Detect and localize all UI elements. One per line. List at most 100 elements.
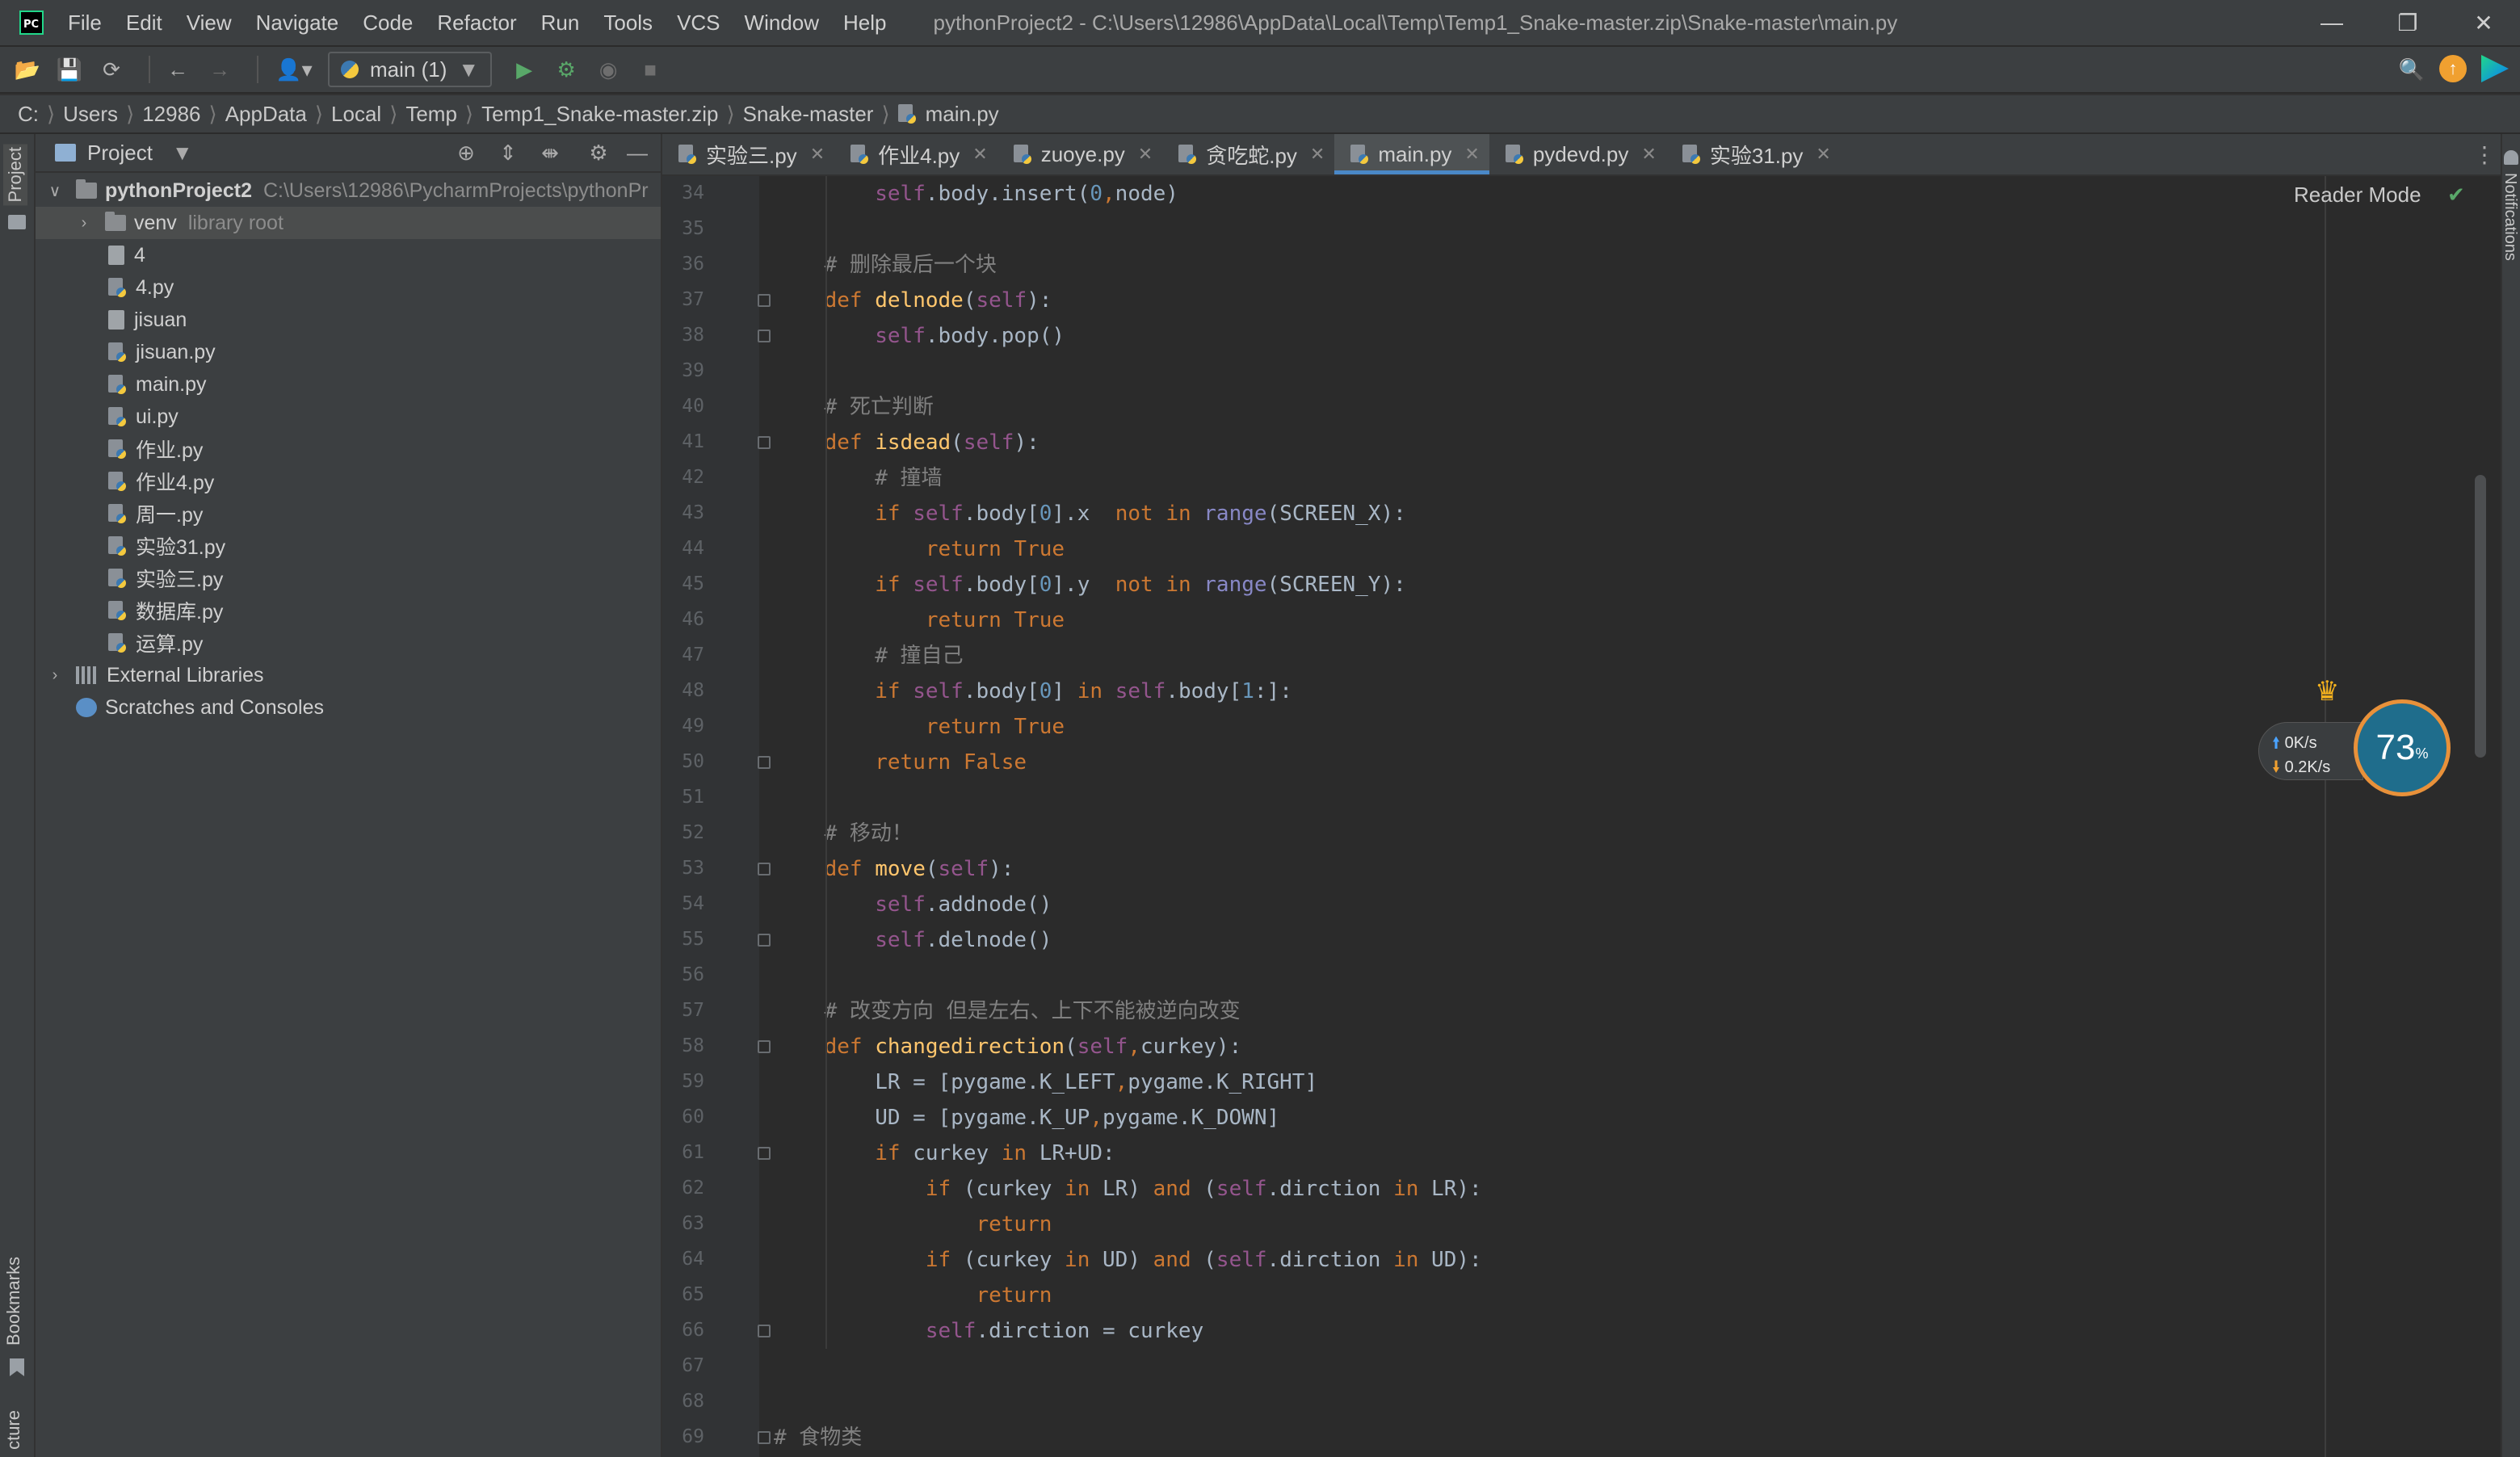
menu-tools[interactable]: Tools <box>603 10 653 36</box>
fold-marker-icon[interactable] <box>758 1040 771 1053</box>
editor-tab[interactable]: 实验31.py ✕ <box>1666 134 1841 174</box>
chevron-right-icon[interactable]: › <box>47 666 63 685</box>
tree-file[interactable]: jisuan <box>36 304 661 336</box>
tree-file[interactable]: 数据库.py <box>36 594 661 627</box>
chevron-down-icon[interactable]: ▼ <box>172 141 193 166</box>
bookmarks-tool-tab[interactable]: Bookmarks <box>3 1257 24 1346</box>
menu-code[interactable]: Code <box>363 10 413 36</box>
chevron-down-icon[interactable]: ∨ <box>47 181 63 201</box>
project-tool-tab[interactable]: Project <box>3 144 27 206</box>
fold-marker-icon[interactable] <box>758 863 771 875</box>
gear-icon[interactable]: ⚙ <box>586 141 611 165</box>
expand-all-icon[interactable]: ⇕ <box>496 141 520 165</box>
breadcrumb-item[interactable]: AppData <box>225 102 307 127</box>
tree-file[interactable]: ui.py <box>36 401 661 433</box>
editor-tab[interactable]: 实验三.py ✕ <box>662 134 834 174</box>
tree-file[interactable]: 作业.py <box>36 433 661 465</box>
fold-marker-icon[interactable] <box>758 934 771 947</box>
notifications-tool-tab[interactable]: Notifications <box>2501 173 2519 261</box>
run-icon[interactable]: ▶ <box>508 53 540 86</box>
coverage-icon[interactable]: ◉ <box>592 53 624 86</box>
close-icon[interactable]: ✕ <box>972 144 987 165</box>
breadcrumb-item[interactable]: Users <box>63 102 118 127</box>
code-editor[interactable]: 34 35 36 37 38 39 40 41 42 43 44 45 46 47 48 49 50 51 52 53… <box>662 176 2501 1457</box>
tree-file[interactable]: 运算.py <box>36 627 661 659</box>
fold-marker-icon[interactable] <box>758 756 771 769</box>
structure-tool-tab[interactable]: cture <box>3 1410 24 1450</box>
editor-tab[interactable]: pydevd.py ✕ <box>1489 134 1666 174</box>
line-number: 34 <box>682 183 704 204</box>
user-dropdown-icon[interactable]: 👤▾ <box>270 53 318 86</box>
tree-file[interactable]: main.py <box>36 368 661 401</box>
update-icon[interactable]: ↑ <box>2439 55 2467 82</box>
fold-marker-icon[interactable] <box>758 330 771 342</box>
fold-marker-icon[interactable] <box>758 436 771 449</box>
project-panel-title[interactable]: Project <box>87 141 153 166</box>
tree-file[interactable]: jisuan.py <box>36 336 661 368</box>
menu-help[interactable]: Help <box>843 10 886 36</box>
close-window-button[interactable]: ✕ <box>2446 0 2520 45</box>
sync-icon[interactable]: ⟳ <box>95 53 128 86</box>
tree-file[interactable]: 4.py <box>36 271 661 304</box>
restore-button[interactable]: ❐ <box>2370 0 2446 45</box>
menu-refactor[interactable]: Refactor <box>437 10 516 36</box>
code-with-me-icon[interactable] <box>2481 55 2509 82</box>
tree-file[interactable]: 作业4.py <box>36 465 661 498</box>
close-icon[interactable]: ✕ <box>810 144 825 165</box>
network-speed-widget[interactable]: 🠙 0K/s 🠛 0.2K/s ♛ 73% <box>2258 674 2452 796</box>
close-icon[interactable]: ✕ <box>1138 144 1153 165</box>
breadcrumb-item[interactable]: Snake-master <box>743 102 874 127</box>
breadcrumb-item[interactable]: C: <box>18 102 39 127</box>
menu-run[interactable]: Run <box>541 10 580 36</box>
forward-arrow-icon[interactable]: → <box>204 53 236 86</box>
editor-tab[interactable]: zuoye.py ✕ <box>998 134 1163 174</box>
menu-edit[interactable]: Edit <box>126 10 162 36</box>
chevron-right-icon[interactable]: › <box>76 214 92 233</box>
close-icon[interactable]: ✕ <box>1816 144 1830 165</box>
hide-panel-icon[interactable]: — <box>625 141 649 165</box>
breadcrumb-item[interactable]: Temp1_Snake-master.zip <box>481 102 718 127</box>
reader-mode-button[interactable]: Reader Mode <box>2294 183 2421 208</box>
tree-item-scratches[interactable]: Scratches and Consoles <box>36 691 661 724</box>
back-arrow-icon[interactable]: ← <box>162 53 194 86</box>
close-icon[interactable]: ✕ <box>1310 144 1325 165</box>
editor-tab-active[interactable]: main.py ✕ <box>1334 134 1490 174</box>
menu-view[interactable]: View <box>187 10 232 36</box>
breadcrumb-item[interactable]: Temp <box>405 102 457 127</box>
minimize-button[interactable]: — <box>2294 0 2370 45</box>
tree-file[interactable]: 实验三.py <box>36 562 661 594</box>
open-folder-icon[interactable]: 📂 <box>11 53 44 86</box>
save-all-icon[interactable]: 💾 <box>53 53 86 86</box>
close-icon[interactable]: ✕ <box>1641 144 1656 165</box>
tree-item-external-libraries[interactable]: › External Libraries <box>36 659 661 691</box>
menu-vcs[interactable]: VCS <box>677 10 720 36</box>
fold-marker-icon[interactable] <box>758 1431 771 1444</box>
breadcrumb-item[interactable]: 12986 <box>142 102 200 127</box>
more-tabs-icon[interactable]: ⋮ <box>2468 134 2501 174</box>
tree-file[interactable]: 周一.py <box>36 498 661 530</box>
breadcrumb-item[interactable]: main.py <box>926 102 999 127</box>
run-config-select[interactable]: main (1) ▼ <box>328 52 493 87</box>
fold-marker-icon[interactable] <box>758 1325 771 1337</box>
breadcrumb-item[interactable]: Local <box>331 102 381 127</box>
menu-window[interactable]: Window <box>745 10 819 36</box>
tree-file[interactable]: 实验31.py <box>36 530 661 562</box>
fold-marker-icon[interactable] <box>758 1147 771 1160</box>
menu-navigate[interactable]: Navigate <box>256 10 339 36</box>
fold-marker-icon[interactable] <box>758 294 771 307</box>
collapse-all-icon[interactable]: ⇼ <box>538 141 562 165</box>
menu-file[interactable]: File <box>68 10 102 36</box>
upload-speed: 0K/s <box>2284 734 2317 752</box>
editor-tab[interactable]: 作业4.py ✕ <box>834 134 998 174</box>
vertical-scrollbar[interactable] <box>2475 475 2486 758</box>
close-icon[interactable]: ✕ <box>1464 144 1479 165</box>
tree-item-venv[interactable]: › venv library root <box>36 207 661 239</box>
tree-file[interactable]: 4 <box>36 239 661 271</box>
debug-icon[interactable]: ⚙ <box>550 53 582 86</box>
tree-root-row[interactable]: ∨ pythonProject2 C:\Users\12986\PycharmP… <box>36 174 661 207</box>
search-icon[interactable]: 🔍 <box>2396 53 2428 86</box>
stop-icon[interactable]: ■ <box>634 53 666 86</box>
checkmark-icon[interactable]: ✔ <box>2447 183 2465 208</box>
locate-icon[interactable]: ⊕ <box>454 141 478 165</box>
editor-tab[interactable]: 贪吃蛇.py ✕ <box>1162 134 1334 174</box>
